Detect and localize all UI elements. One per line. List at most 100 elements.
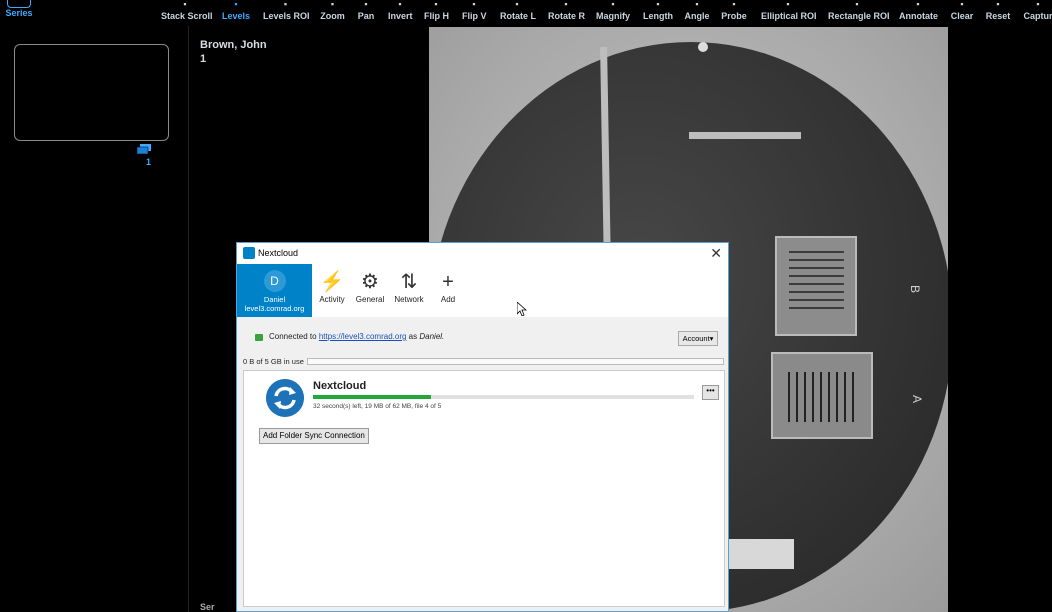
angle-icon: ▪ — [695, 0, 699, 9]
toolbar-flip-v-button[interactable]: ▪ Flip V — [462, 0, 487, 26]
connection-user: Daniel. — [419, 332, 445, 341]
toolbar-label: Invert — [388, 11, 413, 21]
toolbar-label: Zoom — [320, 11, 345, 21]
flip-h-icon: ▪ — [434, 0, 438, 9]
reset-icon: ▪ — [996, 0, 1000, 9]
series-icon — [7, 0, 31, 8]
toolbar-label: Rotate R — [548, 11, 586, 21]
stack-scroll-icon: ▪ — [183, 0, 187, 9]
toolbar-label: Levels — [222, 11, 251, 21]
nextcloud-logo-icon — [243, 247, 255, 259]
magnify-icon: ▪ — [611, 0, 615, 9]
capture-icon: ▪ — [1036, 0, 1040, 9]
connection-as: as — [408, 332, 418, 341]
toolbar-label: Rectangle ROI — [828, 11, 890, 21]
clear-icon: ▪ — [960, 0, 964, 9]
viewer-toolbar: Series ▪ Stack Scroll ▪ Levels ▪ Levels ROI ▪ Z… — [0, 0, 1052, 26]
toolbar-label: Flip V — [462, 11, 487, 21]
toolbar-rotate-r-button[interactable]: ▪ Rotate R — [548, 0, 586, 26]
invert-icon: ▪ — [398, 0, 402, 9]
sync-progress-fill — [313, 395, 432, 399]
window-title: Nextcloud — [258, 248, 299, 258]
tool-label: Activity — [319, 295, 345, 304]
series-panel: 1 — [0, 26, 189, 612]
toolbar-zoom-button[interactable]: ▪ Zoom — [320, 0, 345, 26]
levels-roi-icon: ▪ — [283, 0, 288, 9]
toolbar-label: Rotate L — [500, 11, 536, 21]
sync-folder-name: Nextcloud — [313, 380, 367, 392]
toolbar-length-button[interactable]: ▪ Length — [643, 0, 673, 26]
account-tab[interactable]: D Daniel level3.comrad.org — [237, 264, 312, 317]
storage-usage-text: 0 B of 5 GB in use — [243, 357, 304, 366]
rectangle-roi-icon: ▪ — [855, 0, 859, 9]
rotate-r-icon: ▪ — [564, 0, 568, 9]
image-marker-b: B — [908, 285, 922, 293]
nextcloud-title-bar[interactable]: Nextcloud ✕ — [237, 243, 728, 264]
toolbar-label: Pan — [357, 11, 375, 21]
tool-add[interactable]: + Add — [430, 267, 466, 315]
toolbar-captur-button[interactable]: ▪ Captur — [1023, 0, 1052, 26]
tool-label: Network — [394, 295, 424, 304]
gear-icon: ⚙ — [361, 271, 379, 293]
account-server: level3.comrad.org — [244, 304, 305, 313]
nextcloud-window: Nextcloud ✕ D Daniel level3.comrad.org ⚡… — [236, 242, 729, 612]
zoom-icon: ▪ — [330, 0, 335, 9]
sync-icon — [266, 379, 304, 417]
series-button[interactable]: Series — [2, 0, 36, 26]
toolbar-clear-button[interactable]: ▪ Clear — [950, 0, 974, 26]
activity-icon: ⚡ — [319, 271, 345, 293]
folder-more-button[interactable]: ••• — [702, 385, 719, 400]
toolbar-label: Clear — [950, 11, 974, 21]
avatar: D — [263, 270, 286, 292]
series-label: Series — [5, 8, 33, 18]
tool-activity[interactable]: ⚡ Activity — [314, 267, 350, 315]
thumbnail-image-count: 1 — [146, 157, 152, 167]
storage-usage-bar — [307, 358, 724, 365]
mouse-cursor-icon — [517, 302, 527, 316]
toolbar-annotate-button[interactable]: ▪ Annotate — [899, 0, 938, 26]
connection-prefix: Connected to — [269, 332, 317, 341]
pan-icon: ▪ — [364, 0, 368, 9]
flip-v-icon: ▪ — [472, 0, 476, 9]
tool-network[interactable]: ⇅ Network — [391, 267, 427, 315]
toolbar-probe-button[interactable]: ▪ Probe — [721, 0, 747, 26]
series-footer-label: Ser — [200, 602, 215, 612]
toolbar-angle-button[interactable]: ▪ Angle — [684, 0, 710, 26]
account-user: Daniel — [263, 295, 286, 304]
length-icon: ▪ — [656, 0, 660, 9]
image-stack-icon — [136, 144, 151, 155]
toolbar-invert-button[interactable]: ▪ Invert — [388, 0, 413, 26]
connection-status: Connected to https://level3.comrad.org a… — [269, 332, 444, 341]
close-button[interactable]: ✕ — [710, 245, 722, 261]
toolbar-reset-button[interactable]: ▪ Reset — [985, 0, 1011, 26]
series-thumbnail[interactable] — [14, 44, 169, 141]
sync-status-text: 32 second(s) left, 19 MB of 62 MB, file … — [313, 403, 442, 410]
toolbar-flip-h-button[interactable]: ▪ Flip H — [424, 0, 449, 26]
add-icon: + — [442, 271, 454, 293]
tool-general[interactable]: ⚙ General — [352, 267, 388, 315]
network-icon: ⇅ — [400, 271, 418, 293]
toolbar-label: Captur — [1023, 11, 1052, 21]
toolbar-label: Angle — [684, 11, 710, 21]
add-folder-sync-button[interactable]: Add Folder Sync Connection — [259, 428, 369, 444]
image-marker-a: A — [910, 395, 924, 403]
server-link[interactable]: https://level3.comrad.org — [319, 332, 407, 341]
rotate-l-icon: ▪ — [515, 0, 519, 9]
probe-icon: ▪ — [732, 0, 736, 9]
toolbar-label: Stack Scroll — [161, 11, 213, 21]
elliptical-roi-icon: ▪ — [786, 0, 790, 9]
toolbar-elliptical-roi-button[interactable]: ▪ Elliptical ROI — [761, 0, 817, 26]
toolbar-rotate-l-button[interactable]: ▪ Rotate L — [500, 0, 536, 26]
toolbar-levels-roi-button[interactable]: ▪ Levels ROI — [263, 0, 310, 26]
toolbar-label: Elliptical ROI — [761, 11, 817, 21]
patient-name: Brown, John — [200, 39, 267, 51]
tool-label: General — [355, 295, 385, 304]
toolbar-pan-button[interactable]: ▪ Pan — [357, 0, 375, 26]
toolbar-levels-button[interactable]: ▪ Levels — [222, 0, 250, 26]
toolbar-rectangle-roi-button[interactable]: ▪ Rectangle ROI — [828, 0, 890, 26]
account-menu-button[interactable]: Account▾ — [678, 331, 718, 346]
sync-folder-list: Nextcloud 32 second(s) left, 19 MB of 62… — [243, 370, 725, 607]
toolbar-stack-scroll-button[interactable]: ▪ Stack Scroll — [161, 0, 213, 26]
lock-icon — [255, 334, 263, 341]
toolbar-magnify-button[interactable]: ▪ Magnify — [596, 0, 630, 26]
